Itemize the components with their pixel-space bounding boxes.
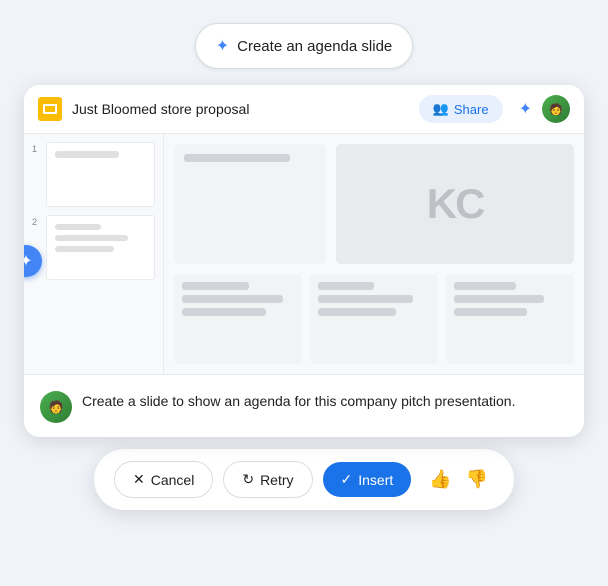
prompt-chip: ✦ Create an agenda slide <box>195 23 414 69</box>
content-bar-1 <box>184 154 290 162</box>
thumbs-down-button[interactable]: 👎 <box>462 465 492 494</box>
bottom-bar-5 <box>318 295 413 303</box>
avatar-image: 🧑 <box>549 103 563 116</box>
bottom-bar-3 <box>182 308 266 316</box>
cancel-label: Cancel <box>151 472 195 488</box>
ai-message-panel: 🧑 Create a slide to show an agenda for t… <box>24 374 584 437</box>
slide-bottom-block-2 <box>310 274 438 364</box>
slide-kc-block: KC <box>336 144 574 264</box>
share-people-icon: 👥 <box>433 101 449 117</box>
bottom-bar-1 <box>182 282 249 290</box>
bottom-bar-2 <box>182 295 283 303</box>
main-card: ✦ Just Bloomed store proposal 👥 Share ✦ … <box>24 85 584 437</box>
cancel-button[interactable]: ✕ Cancel <box>114 461 213 498</box>
thumbs-down-icon: 👎 <box>466 469 488 489</box>
share-label: Share <box>454 102 489 117</box>
user-avatar: 🧑 <box>542 95 570 123</box>
cancel-icon: ✕ <box>133 471 145 488</box>
prompt-text: Create an agenda slide <box>237 38 392 55</box>
share-button[interactable]: 👥 Share <box>419 95 503 123</box>
slide-2-bar-3 <box>55 246 114 252</box>
action-bar: ✕ Cancel ↻ Retry ✓ Insert 👍 👎 <box>94 449 514 510</box>
bottom-bar-8 <box>454 295 544 303</box>
slide-2-bar-2 <box>55 235 128 241</box>
bottom-bar-7 <box>454 282 516 290</box>
feedback-buttons: 👍 👎 <box>425 465 492 494</box>
bottom-bar-9 <box>454 308 527 316</box>
header-sparkle-icon[interactable]: ✦ <box>519 99 532 119</box>
main-container: ✦ Create an agenda slide ✦ Just Bloomed … <box>14 13 594 573</box>
slides-title: Just Bloomed store proposal <box>72 101 409 117</box>
slide-number-2: 2 <box>32 217 42 227</box>
slide-2-bar-1 <box>55 224 101 230</box>
slides-content-area: 1 2 <box>24 134 584 374</box>
ai-user-avatar: 🧑 <box>40 391 72 423</box>
bottom-bar-6 <box>318 308 396 316</box>
retry-button[interactable]: ↻ Retry <box>223 461 312 498</box>
slide-1-title-bar <box>55 151 119 158</box>
slide-thumb-2[interactable]: 2 <box>32 215 155 280</box>
slides-header: Just Bloomed store proposal 👥 Share ✦ 🧑 <box>24 85 584 134</box>
ai-message-text: Create a slide to show an agenda for thi… <box>82 391 568 412</box>
insert-icon: ✓ <box>341 471 353 488</box>
slide-bottom-block-1 <box>174 274 302 364</box>
slides-main-preview: KC <box>164 134 584 374</box>
retry-icon: ↻ <box>242 471 254 488</box>
gemini-sparkle-icon: ✦ <box>24 251 33 271</box>
retry-label: Retry <box>260 472 293 488</box>
thumbs-up-button[interactable]: 👍 <box>425 465 455 494</box>
slide-preview-1 <box>46 142 155 207</box>
thumbs-up-icon: 👍 <box>429 469 451 489</box>
slide-bottom-block-3 <box>446 274 574 364</box>
bottom-bar-4 <box>318 282 374 290</box>
kc-watermark: KC <box>427 180 484 228</box>
slides-icon-inner <box>43 104 57 114</box>
slide-thumbnail-panel: 1 2 <box>24 134 164 374</box>
slides-app-icon <box>38 97 62 121</box>
slide-top-row: KC <box>174 144 574 264</box>
slide-content-block-1 <box>174 144 326 264</box>
slide-bottom-row <box>174 274 574 364</box>
insert-button[interactable]: ✓ Insert <box>323 462 412 497</box>
slide-preview-2 <box>46 215 155 280</box>
ai-avatar-image: 🧑 <box>49 400 64 414</box>
slide-number-1: 1 <box>32 144 42 154</box>
sparkle-icon: ✦ <box>216 36 229 56</box>
insert-label: Insert <box>358 472 393 488</box>
slide-thumb-1[interactable]: 1 <box>32 142 155 207</box>
